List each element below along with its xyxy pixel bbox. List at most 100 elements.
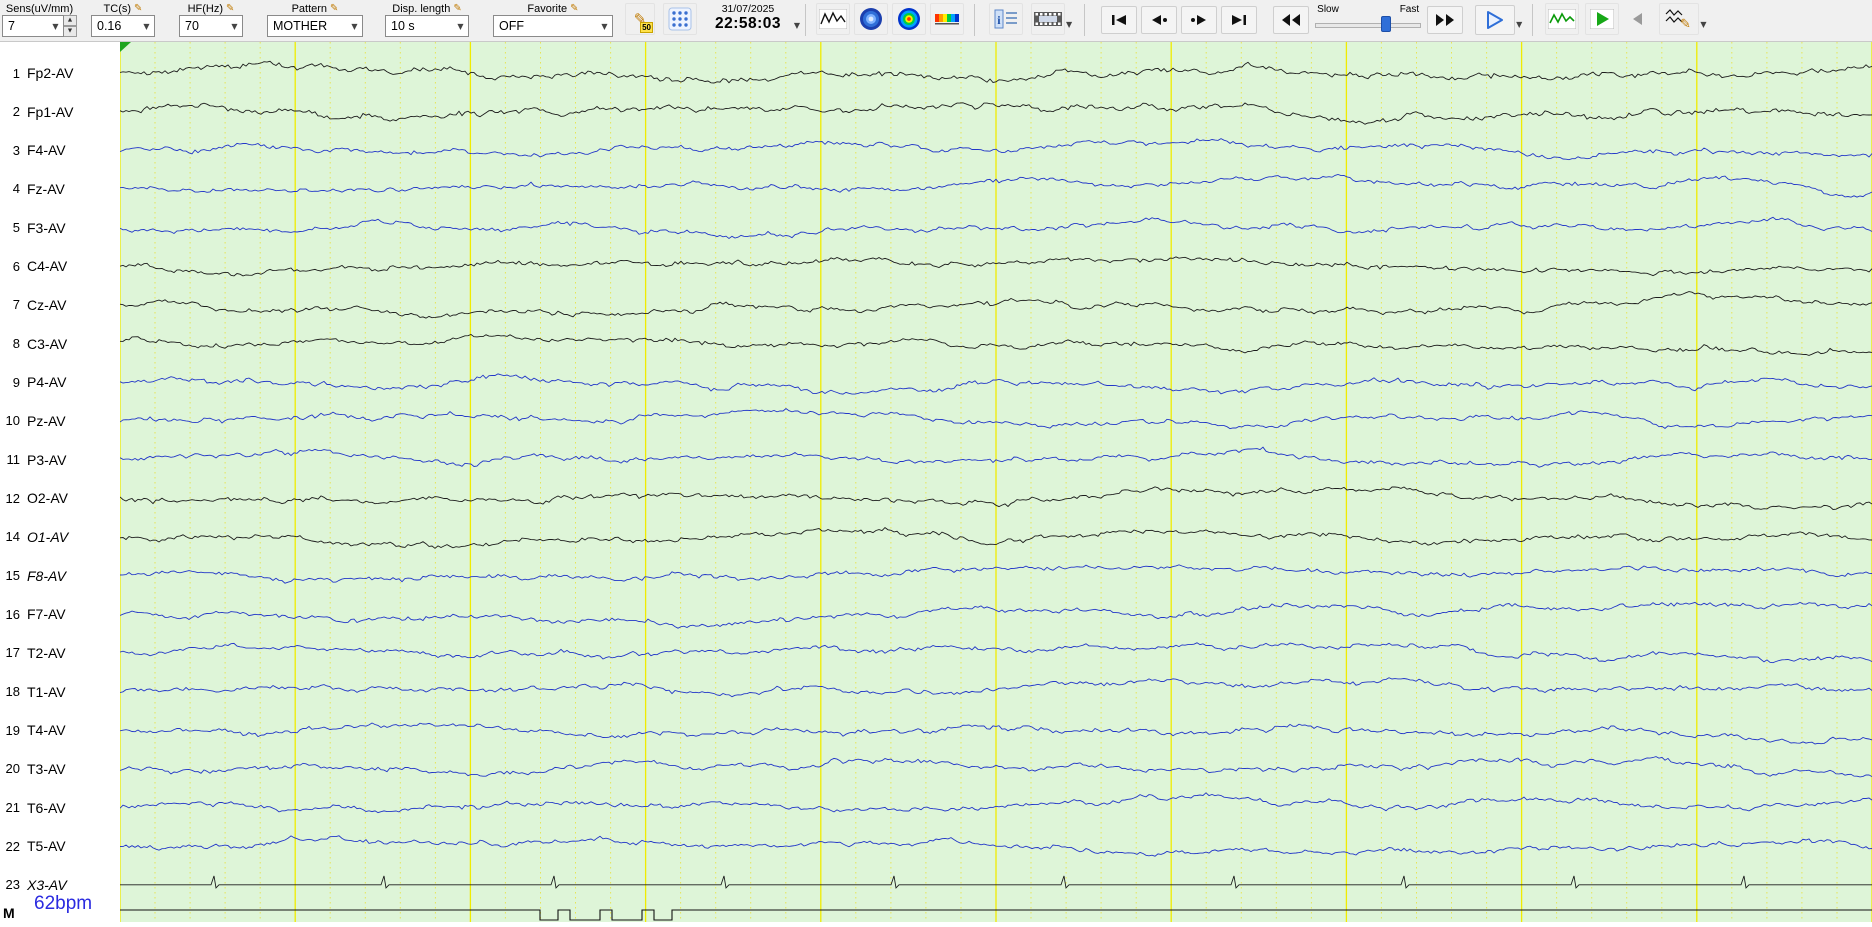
chevron-down-icon[interactable]: ▼ (794, 21, 800, 30)
chevron-down-icon[interactable]: ▼ (1066, 20, 1072, 35)
channel-name: P4-AV (27, 374, 67, 391)
brain-map-blue-icon (860, 8, 882, 30)
step-back-icon (1152, 15, 1168, 25)
montage-edit-group: ✎ ▼ (1651, 0, 1706, 35)
channel-name: T3-AV (27, 760, 66, 777)
filmstrip-icon (1034, 12, 1062, 26)
channel-name: Pz-AV (27, 412, 66, 429)
back-button-disabled[interactable] (1625, 3, 1651, 35)
waveform-view-button[interactable] (816, 3, 850, 35)
play-group: ▼ (1463, 0, 1522, 35)
patient-info-button[interactable]: i (989, 3, 1023, 35)
favorite-select[interactable]: OFF ▼ (493, 15, 613, 37)
channel-label-F8-AV[interactable]: 15 F8-AV (0, 567, 119, 585)
sensitivity-spinner[interactable]: ▲ ▼ (64, 15, 77, 37)
speed-slider-track[interactable] (1313, 15, 1423, 33)
channel-label-P4-AV[interactable]: 9 P4-AV (0, 373, 119, 391)
topography-blue-button[interactable] (854, 3, 888, 35)
toolbar-separator (1084, 4, 1086, 36)
dsa-trend-button[interactable] (930, 3, 964, 35)
channel-label-Fp2-AV[interactable]: 1 Fp2-AV (0, 64, 119, 82)
channel-label-F3-AV[interactable]: 5 F3-AV (0, 219, 119, 237)
edit-pencil-icon[interactable]: ✎ (330, 3, 338, 14)
green-play-icon (1590, 9, 1615, 29)
channel-label-Cz-AV[interactable]: 7 Cz-AV (0, 296, 119, 314)
page-forward-button[interactable] (1181, 6, 1218, 34)
page-back-button[interactable] (1141, 6, 1178, 34)
disp-length-label: Disp. length (392, 2, 451, 15)
channel-number: 4 (12, 181, 20, 197)
edit-pencil-icon[interactable]: ✎ (453, 3, 461, 14)
channel-label-O2-AV[interactable]: 12 O2-AV (0, 489, 119, 507)
edit-pencil-icon[interactable]: ✎ (570, 3, 578, 14)
chevron-down-icon: ▼ (351, 21, 358, 31)
speed-slider[interactable]: Slow Fast (1313, 4, 1423, 33)
hf-select[interactable]: 70 ▼ (179, 15, 243, 37)
channel-label-T6-AV[interactable]: 21 T6-AV (0, 799, 119, 817)
montage-settings-button[interactable]: ✎ (1659, 3, 1700, 35)
electrode-grid-icon (668, 7, 692, 31)
channel-number: 2 (12, 104, 20, 120)
channel-label-F4-AV[interactable]: 3 F4-AV (0, 141, 119, 159)
start-monitor-button[interactable] (1585, 3, 1620, 35)
channel-label-T3-AV[interactable]: 20 T3-AV (0, 760, 119, 778)
channel-label-O1-AV[interactable]: 14 O1-AV (0, 528, 119, 546)
jump-to-end-button[interactable] (1221, 6, 1258, 34)
channel-label-T1-AV[interactable]: 18 T1-AV (0, 683, 119, 701)
toolbar-separator (1532, 4, 1534, 36)
channel-label-T5-AV[interactable]: 22 T5-AV (0, 837, 119, 855)
spinner-up-icon[interactable]: ▲ (64, 15, 77, 26)
channel-label-X3-AV[interactable]: 23 X3-AV (0, 876, 119, 894)
chevron-down-icon: ▼ (143, 21, 150, 31)
channel-number: 21 (5, 800, 20, 816)
channel-label-C4-AV[interactable]: 6 C4-AV (0, 257, 119, 275)
channel-label-T4-AV[interactable]: 19 T4-AV (0, 721, 119, 739)
edit-pencil-icon[interactable]: ✎ (134, 3, 142, 14)
topography-rainbow-button[interactable] (892, 3, 926, 35)
channel-number: 18 (5, 684, 20, 700)
electrode-map-button[interactable] (663, 3, 697, 35)
fast-forward-icon (1436, 14, 1455, 26)
edit-pencil-icon[interactable]: ✎ (226, 3, 234, 14)
rewind-button[interactable] (1273, 6, 1310, 34)
video-button[interactable] (1031, 3, 1065, 35)
fast-forward-button[interactable] (1427, 6, 1464, 34)
notch-filter-button[interactable]: ✎ 50 (625, 3, 655, 35)
channel-name: Fp2-AV (27, 65, 74, 81)
pattern-select[interactable]: MOTHER ▼ (267, 15, 363, 37)
notch-50hz-badge: 50 (640, 22, 653, 33)
chevron-down-icon: ▼ (457, 21, 464, 31)
eeg-trace-area[interactable] (119, 42, 1872, 922)
chevron-down-icon[interactable]: ▼ (1700, 20, 1706, 35)
tc-select[interactable]: 0.16 ▼ (91, 15, 155, 37)
skip-first-icon (1112, 15, 1127, 25)
channel-name: Cz-AV (27, 296, 67, 313)
heart-rate-value: 62bpm (34, 893, 93, 914)
green-trend-button[interactable] (1545, 3, 1580, 35)
channel-label-column: 1 Fp2-AV 2 Fp1-AV 3 F4-AV 4 Fz-AV 5 F3-AV 6 C4-AV 7 C… (0, 42, 120, 922)
channel-number: 1 (12, 65, 20, 81)
channel-label-Fz-AV[interactable]: 4 Fz-AV (0, 180, 119, 198)
channel-label-C3-AV[interactable]: 8 C3-AV (0, 335, 119, 353)
brain-map-rainbow-icon (898, 8, 920, 30)
channel-name: T1-AV (27, 683, 66, 700)
channel-label-Pz-AV[interactable]: 10 Pz-AV (0, 412, 119, 430)
chevron-down-icon[interactable]: ▼ (1516, 20, 1522, 35)
channel-number: 17 (5, 645, 20, 661)
channel-name: T2-AV (27, 644, 66, 661)
play-button[interactable] (1475, 5, 1516, 35)
datetime-display[interactable]: 31/07/2025 22:58:03 ▼ (705, 3, 800, 33)
channel-label-P3-AV[interactable]: 11 P3-AV (0, 451, 119, 469)
channel-label-Fp1-AV[interactable]: 2 Fp1-AV (0, 103, 119, 121)
channel-label-F7-AV[interactable]: 16 F7-AV (0, 605, 119, 623)
main-toolbar: Sens(uV/mm) 7 ▼ ▲ ▼ TC(s) ✎ 0.16 ▼ HF(Hz) ✎ … (0, 0, 1872, 42)
disp-length-select[interactable]: 10 s ▼ (385, 15, 469, 37)
step-forward-icon (1191, 15, 1207, 25)
channel-number: 14 (5, 529, 20, 545)
speed-slider-handle[interactable] (1381, 16, 1392, 32)
sensitivity-select[interactable]: 7 ▼ (2, 15, 64, 37)
slow-label: Slow (1317, 4, 1339, 15)
channel-label-T2-AV[interactable]: 17 T2-AV (0, 644, 119, 662)
spinner-down-icon[interactable]: ▼ (64, 26, 77, 37)
jump-to-start-button[interactable] (1101, 6, 1138, 34)
